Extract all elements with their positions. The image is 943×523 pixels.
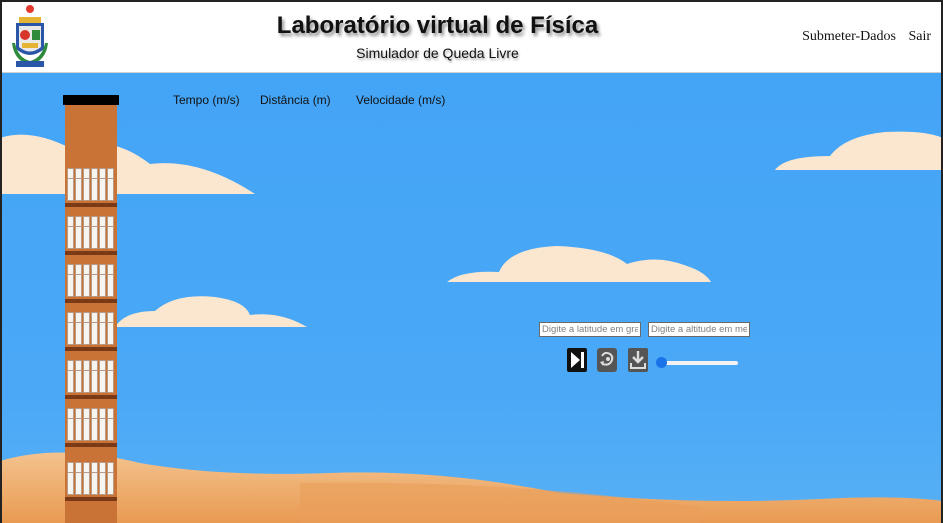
logout-link[interactable]: Sair [908,29,931,44]
cloud [0,134,255,194]
tower-floor [65,357,117,399]
app-header: Laboratório virtual de Físíca Simulador … [0,0,943,73]
window-pane [67,216,74,249]
window-pane [75,360,82,393]
window-pane [91,216,98,249]
window-pane [75,462,82,495]
floor-ledge [65,443,117,447]
tower-floor [65,261,117,303]
time-label: Tempo (m/s) [173,93,240,107]
window-pane [83,408,90,441]
window-pane [75,264,82,297]
window-pane [91,408,98,441]
window-pane [99,216,106,249]
window-pane [99,168,106,201]
window-pane [91,168,98,201]
window-pane [99,408,106,441]
reset-icon[interactable] [597,348,617,372]
window-pane [107,216,114,249]
window-pane [83,312,90,345]
window-pane [107,168,114,201]
window-pane [107,360,114,393]
window-pane [67,360,74,393]
tower-building [63,95,119,523]
window-pane [67,264,74,297]
window-pane [75,216,82,249]
tower-roof [63,95,119,105]
floor-ledge [65,497,117,501]
page-title: Laboratório virtual de Físíca [276,12,599,39]
window-pane [107,312,114,345]
window-pane [99,360,106,393]
window-pane [83,360,90,393]
window-pane [99,462,106,495]
page-subtitle: Simulador de Queda Livre [356,45,519,61]
window-pane [83,216,90,249]
floor-ledge [65,395,117,399]
window-pane [67,462,74,495]
window-pane [91,360,98,393]
altitude-input[interactable] [648,322,750,337]
download-icon[interactable] [628,348,648,372]
slider-track[interactable] [660,361,738,365]
tower-floor [65,213,117,255]
window-pane [75,168,82,201]
sand-ground [0,452,943,523]
window-pane [83,168,90,201]
submit-data-link[interactable]: Submeter-Dados [802,29,896,44]
step-forward-icon[interactable] [567,348,587,372]
latitude-input[interactable] [539,322,641,337]
window-pane [67,312,74,345]
top-nav: Submeter-Dados Sair [793,29,931,45]
floor-ledge [65,203,117,207]
tower-floor [65,405,117,447]
cloud [115,296,307,327]
window-pane [83,462,90,495]
drop-slider[interactable] [656,357,738,369]
tower-floor [65,165,117,207]
distance-label: Distância (m) [260,93,331,107]
window-pane [83,264,90,297]
velocity-label: Velocidade (m/s) [356,93,446,107]
floor-ledge [65,299,117,303]
window-pane [67,168,74,201]
window-pane [99,264,106,297]
window-pane [75,312,82,345]
window-pane [91,312,98,345]
tower-floor [65,459,117,501]
window-pane [99,312,106,345]
floor-ledge [65,347,117,351]
cloud [775,131,943,170]
window-pane [91,264,98,297]
window-pane [107,462,114,495]
slider-thumb[interactable] [656,357,667,368]
window-pane [107,408,114,441]
window-pane [75,408,82,441]
tower-floor [65,309,117,351]
window-pane [107,264,114,297]
window-pane [67,408,74,441]
floor-ledge [65,251,117,255]
window-pane [91,462,98,495]
simulation-scene: Tempo (m/s) Distância (m) Velocidade (m/… [0,73,943,523]
cloud [447,246,711,282]
